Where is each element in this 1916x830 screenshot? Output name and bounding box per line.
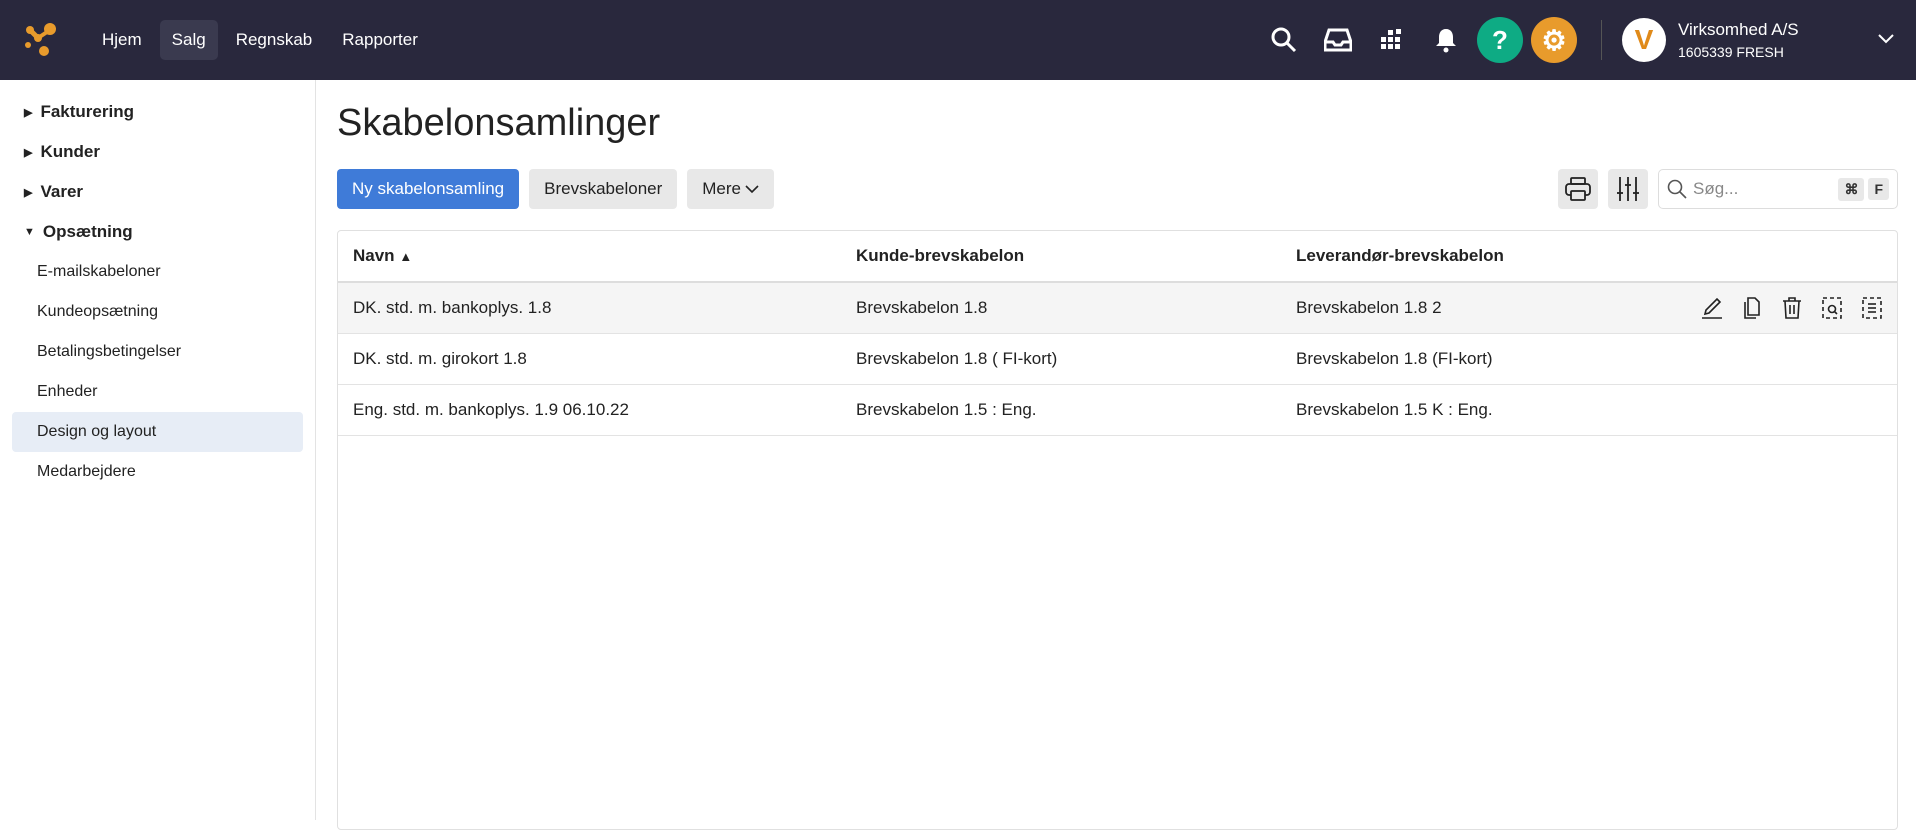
apps-grid-icon[interactable] bbox=[1376, 24, 1408, 56]
sidebar-item-design-og-layout[interactable]: Design og layout bbox=[12, 412, 303, 452]
sidebar-section-fakturering[interactable]: ▶ Fakturering bbox=[0, 92, 315, 132]
column-header-kunde[interactable]: Kunde-brevskabelon bbox=[856, 246, 1296, 266]
search-input[interactable]: Søg... ⌘ F bbox=[1658, 169, 1898, 209]
settings-gear-icon[interactable]: ⚙ bbox=[1531, 17, 1577, 63]
page-title: Skabelonsamlinger bbox=[337, 102, 661, 144]
top-bar: Hjem Salg Regnskab Rapporter ? ⚙ V Virks… bbox=[0, 0, 1916, 80]
company-id: 1605339 FRESH bbox=[1678, 44, 1784, 60]
search-placeholder: Søg... bbox=[1693, 179, 1739, 198]
nav-salg[interactable]: Salg bbox=[159, 20, 218, 60]
caret-right-icon: ▶ bbox=[24, 186, 33, 199]
help-button[interactable]: ? bbox=[1477, 17, 1523, 63]
cell-name: Eng. std. m. bankoplys. 1.9 06.10.22 bbox=[353, 400, 629, 419]
details-icon[interactable] bbox=[1859, 295, 1885, 321]
section-label: Kunder bbox=[40, 142, 100, 161]
nav-hjem[interactable]: Hjem bbox=[90, 20, 154, 60]
chevron-down-icon[interactable] bbox=[1878, 31, 1894, 49]
more-dropdown-button[interactable]: Mere bbox=[687, 169, 774, 209]
caret-right-icon: ▶ bbox=[24, 106, 33, 119]
cell-name: DK. std. m. girokort 1.8 bbox=[353, 349, 527, 368]
cell-customer-template: Brevskabelon 1.8 bbox=[856, 298, 988, 317]
letter-templates-button[interactable]: Brevskabeloner bbox=[529, 169, 678, 209]
shortcut-cmd: ⌘ bbox=[1838, 177, 1865, 201]
printer-icon bbox=[1565, 177, 1591, 201]
cell-name: DK. std. m. bankoplys. 1.8 bbox=[353, 298, 552, 317]
sidebar-section-kunder[interactable]: ▶ Kunder bbox=[0, 132, 315, 172]
sidebar: ▶ Fakturering ▶ Kunder ▶ Varer ▼ Opsætning E… bbox=[0, 80, 316, 820]
sidebar-item-betalingsbetingelser[interactable]: Betalingsbetingelser bbox=[12, 332, 303, 372]
sidebar-item-kundeopsaetning[interactable]: Kundeopsætning bbox=[12, 292, 303, 332]
company-name: Virksomhed A/S bbox=[1678, 20, 1799, 39]
bell-icon[interactable] bbox=[1430, 24, 1462, 56]
company-switcher[interactable]: Virksomhed A/S 1605339 FRESH bbox=[1678, 20, 1878, 60]
divider bbox=[1601, 20, 1602, 60]
table-row[interactable]: DK. std. m. bankoplys. 1.8 Brevskabelon … bbox=[338, 283, 1897, 334]
column-header-leverandor[interactable]: Leverandør-brevskabelon bbox=[1296, 246, 1676, 266]
sidebar-item-emailskabeloner[interactable]: E-mailskabeloner bbox=[12, 252, 303, 292]
sidebar-item-medarbejdere[interactable]: Medarbejdere bbox=[12, 452, 303, 492]
section-label: Varer bbox=[40, 182, 84, 201]
sidebar-section-opsaetning[interactable]: ▼ Opsætning bbox=[0, 212, 315, 252]
logo-icon[interactable] bbox=[20, 20, 60, 60]
search-icon[interactable] bbox=[1268, 24, 1300, 56]
cell-supplier-template: Brevskabelon 1.8 (FI-kort) bbox=[1296, 349, 1493, 368]
cell-supplier-template: Brevskabelon 1.8 2 bbox=[1296, 298, 1442, 317]
new-template-collection-button[interactable]: Ny skabelonsamling bbox=[337, 169, 520, 209]
column-settings-button[interactable] bbox=[1608, 169, 1648, 209]
inbox-icon[interactable] bbox=[1322, 24, 1354, 56]
sort-ascending-icon: ▲ bbox=[399, 249, 413, 264]
table-header: Navn ▲ Kunde-brevskabelon Leverandør-bre… bbox=[338, 231, 1897, 283]
more-label: Mere bbox=[702, 179, 741, 198]
edit-pencil-icon[interactable] bbox=[1699, 295, 1725, 321]
copy-icon[interactable] bbox=[1739, 295, 1765, 321]
cell-supplier-template: Brevskabelon 1.5 K : Eng. bbox=[1296, 400, 1493, 419]
nav-regnskab[interactable]: Regnskab bbox=[224, 20, 325, 60]
cell-customer-template: Brevskabelon 1.5 : Eng. bbox=[856, 400, 1037, 419]
table-row[interactable]: DK. std. m. girokort 1.8 Brevskabelon 1.… bbox=[338, 334, 1897, 385]
sidebar-section-varer[interactable]: ▶ Varer bbox=[0, 172, 315, 212]
template-collections-table: Navn ▲ Kunde-brevskabelon Leverandør-bre… bbox=[337, 230, 1898, 830]
sliders-icon bbox=[1617, 177, 1639, 201]
column-label: Navn bbox=[353, 246, 395, 265]
search-icon bbox=[1667, 179, 1687, 199]
sidebar-item-enheder[interactable]: Enheder bbox=[12, 372, 303, 412]
cell-customer-template: Brevskabelon 1.8 ( FI-kort) bbox=[856, 349, 1058, 368]
caret-right-icon: ▶ bbox=[24, 146, 33, 159]
trash-icon[interactable] bbox=[1779, 295, 1805, 321]
nav-rapporter[interactable]: Rapporter bbox=[330, 20, 430, 60]
chevron-down-icon bbox=[745, 184, 759, 193]
preview-icon[interactable] bbox=[1819, 295, 1845, 321]
shortcut-f: F bbox=[1868, 178, 1889, 200]
column-header-navn[interactable]: Navn ▲ bbox=[338, 246, 856, 266]
table-row[interactable]: Eng. std. m. bankoplys. 1.9 06.10.22 Bre… bbox=[338, 385, 1897, 436]
section-label: Fakturering bbox=[40, 102, 134, 121]
caret-down-icon: ▼ bbox=[24, 226, 35, 238]
company-avatar[interactable]: V bbox=[1622, 18, 1666, 62]
section-label: Opsætning bbox=[42, 222, 133, 241]
print-button[interactable] bbox=[1558, 169, 1598, 209]
